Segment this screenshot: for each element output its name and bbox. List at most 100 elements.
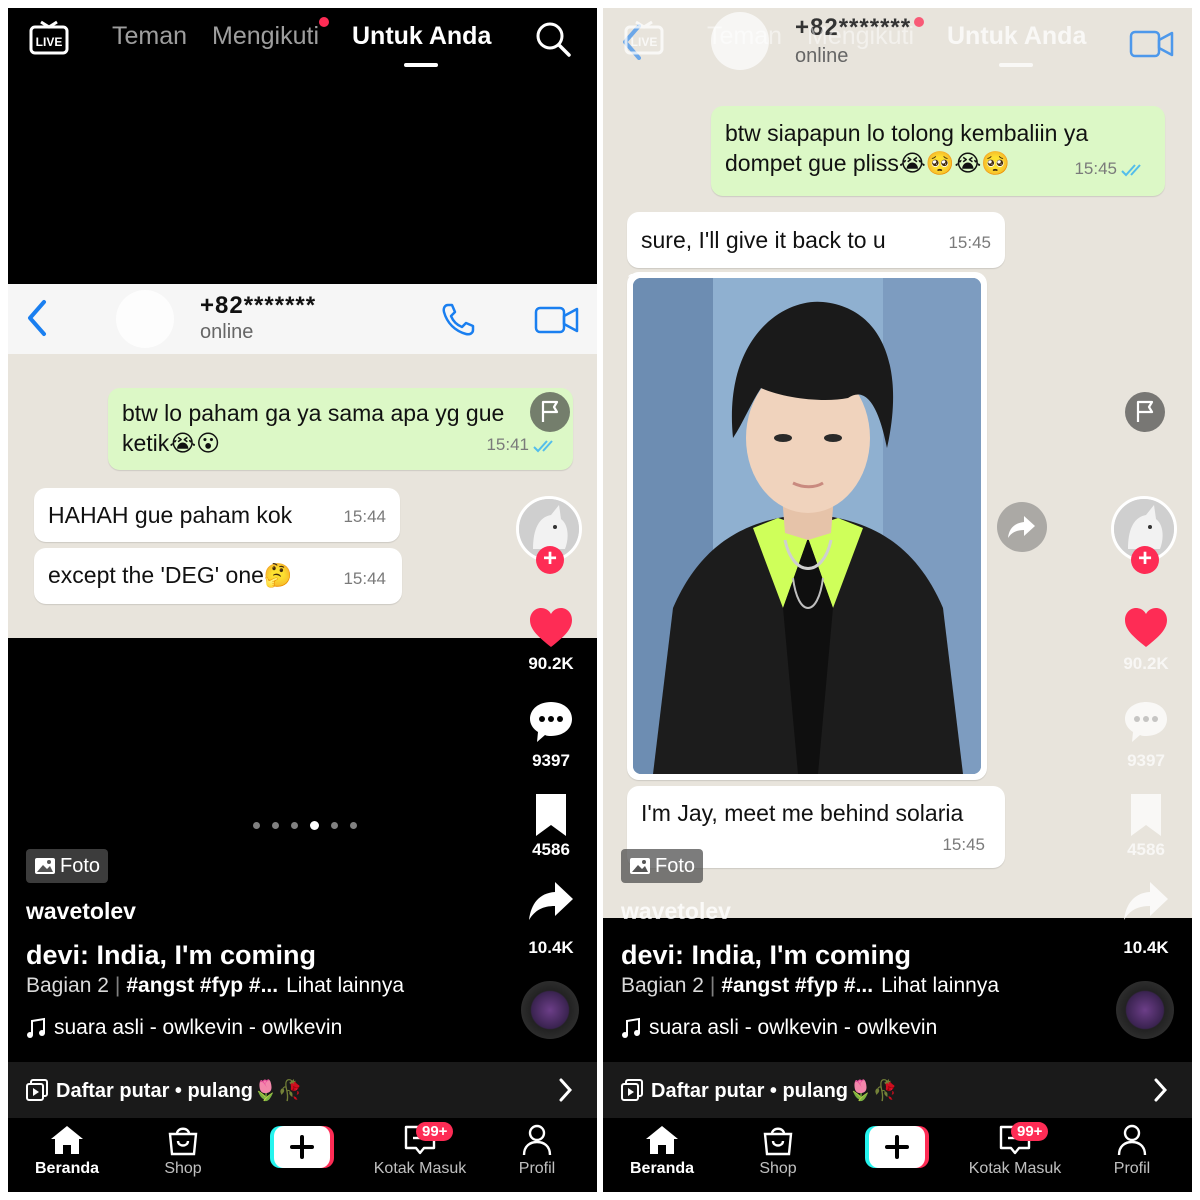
nav-home[interactable]: Beranda: [12, 1124, 122, 1178]
playlist-bar[interactable]: Daftar putar • pulang🌷🥀: [8, 1062, 597, 1118]
message-text: sure, I'll give it back to u: [641, 227, 886, 253]
message-time: 15:45: [1074, 159, 1117, 178]
photo-message[interactable]: 15:45: [627, 272, 987, 780]
tab-following[interactable]: Mengikuti: [212, 17, 329, 51]
username[interactable]: wavetolev: [621, 898, 731, 925]
message-time: 15:45: [948, 233, 991, 252]
bookmark-icon[interactable]: [527, 792, 575, 840]
caption-part: Bagian 2: [621, 974, 704, 997]
heart-icon[interactable]: [1122, 604, 1170, 652]
chat-bubble-incoming: sure, I'll give it back to u 15:45: [627, 212, 1005, 268]
nav-inbox-label: Kotak Masuk: [968, 1160, 1062, 1177]
read-ticks-icon: [1121, 163, 1141, 176]
photo-badge-label: Foto: [60, 855, 101, 877]
bottom-nav: Beranda Shop Kotak Masuk 99+ Profil: [8, 1118, 597, 1192]
tab-friends[interactable]: Teman: [707, 22, 782, 51]
see-more-link[interactable]: Lihat lainnya: [881, 974, 999, 997]
create-button[interactable]: [270, 1126, 334, 1168]
photo-badge: Foto: [26, 849, 109, 883]
chat-header: +82******* online: [8, 284, 597, 354]
nav-home[interactable]: Beranda: [607, 1124, 717, 1178]
tab-following[interactable]: Mengikuti: [807, 17, 924, 51]
music-info[interactable]: suara asli - owlkevin - owlkevin: [26, 1016, 342, 1040]
tiktok-post-right: +82******* online btw siapapun lo tolong…: [603, 8, 1192, 1192]
playlist-icon: [621, 1079, 643, 1101]
tab-friends[interactable]: Teman: [112, 22, 187, 51]
photo-badge-label: Foto: [655, 855, 696, 877]
message-text: btw lo paham ga ya sama apa yg gue: [122, 400, 505, 426]
comment-icon[interactable]: [527, 698, 575, 746]
tab-for-you[interactable]: Untuk Anda: [352, 22, 491, 51]
video-call-icon: [534, 306, 579, 334]
music-note-icon: [622, 1017, 640, 1038]
shopping-bag-icon: [168, 1127, 198, 1156]
share-count: 10.4K: [528, 938, 574, 957]
share-icon[interactable]: [1122, 878, 1170, 926]
chat-bubble-outgoing: btw siapapun lo tolong kembaliin ya dompe…: [711, 106, 1165, 196]
caption-hashtags[interactable]: #angst #fyp #...: [126, 974, 278, 997]
search-icon[interactable]: [534, 20, 572, 58]
carousel-dot-active: [905, 821, 914, 830]
username[interactable]: wavetolev: [26, 898, 136, 925]
read-ticks-icon: [533, 439, 553, 452]
video-call-icon: [1129, 30, 1174, 58]
heart-icon[interactable]: [527, 604, 575, 652]
top-nav: LIVE Teman Mengikuti Untuk Anda: [8, 8, 597, 78]
tab-for-you[interactable]: Untuk Anda: [947, 22, 1086, 51]
nav-home-label: Beranda: [34, 1160, 100, 1177]
image-icon: [630, 858, 650, 874]
playlist-label: Daftar putar • pulang🌷🥀: [651, 1079, 898, 1102]
nav-shop[interactable]: Shop: [723, 1124, 833, 1178]
live-icon[interactable]: LIVE: [623, 20, 665, 56]
forward-icon[interactable]: [997, 502, 1047, 552]
message-text: ketik😭😮: [122, 430, 221, 456]
nav-inbox-label: Kotak Masuk: [373, 1160, 467, 1177]
message-time: 15:44: [343, 569, 386, 588]
comment-icon[interactable]: [1122, 698, 1170, 746]
message-text: except the 'DEG' one🤔: [48, 562, 293, 588]
report-flag-icon[interactable]: [1125, 392, 1165, 432]
back-icon: [28, 300, 46, 336]
notification-dot: [319, 17, 329, 27]
see-more-link[interactable]: Lihat lainnya: [286, 974, 404, 997]
nav-profile[interactable]: Profil: [482, 1124, 592, 1178]
active-tab-indicator: [999, 63, 1033, 67]
music-info[interactable]: suara asli - owlkevin - owlkevin: [621, 1016, 937, 1040]
share-icon[interactable]: [527, 878, 575, 926]
chat-area: btw lo paham ga ya sama apa yg gue ketik😭…: [8, 354, 597, 638]
message-text: btw siapapun lo tolong kembaliin ya: [725, 120, 1089, 146]
carousel-dot: [291, 822, 298, 829]
like-count: 90.2K: [528, 654, 574, 673]
music-disc[interactable]: [1116, 981, 1174, 1039]
carousel-dot: [350, 822, 357, 829]
music-title: suara asli - owlkevin - owlkevin: [649, 1016, 938, 1039]
live-icon[interactable]: LIVE: [28, 20, 70, 56]
create-button[interactable]: [865, 1126, 929, 1168]
shopping-bag-icon: [763, 1127, 793, 1156]
message-time: 15:41: [486, 435, 529, 454]
music-disc[interactable]: [521, 981, 579, 1039]
nav-shop[interactable]: Shop: [128, 1124, 238, 1178]
carousel-dot: [867, 822, 874, 829]
follow-button[interactable]: +: [1131, 546, 1159, 574]
report-flag-icon[interactable]: [530, 392, 570, 432]
bottom-nav: Beranda Shop Kotak Masuk 99+ Profil: [603, 1118, 1192, 1192]
save-count: 4586: [1127, 840, 1165, 859]
nav-profile[interactable]: Profil: [1077, 1124, 1187, 1178]
home-icon: [646, 1126, 678, 1154]
chat-bubble-incoming: HAHAH gue paham kok 15:44: [34, 488, 400, 542]
message-text: HAHAH gue paham kok: [48, 502, 293, 528]
bookmark-icon[interactable]: [1122, 792, 1170, 840]
message-time: 15:44: [343, 507, 386, 526]
nav-home-label: Beranda: [629, 1160, 695, 1177]
caption-title: devi: India, I'm coming: [26, 940, 316, 970]
carousel-dots: [253, 821, 357, 830]
carousel-dots: [848, 821, 952, 830]
music-note-icon: [27, 1017, 45, 1038]
follow-button[interactable]: +: [536, 546, 564, 574]
top-nav: LIVE Teman Mengikuti Untuk Anda: [603, 8, 1192, 78]
playlist-bar[interactable]: Daftar putar • pulang🌷🥀: [603, 1062, 1192, 1118]
chat-bubble-outgoing: btw lo paham ga ya sama apa yg gue ketik😭…: [108, 388, 573, 470]
notification-dot: [914, 17, 924, 27]
caption-hashtags[interactable]: #angst #fyp #...: [721, 974, 873, 997]
